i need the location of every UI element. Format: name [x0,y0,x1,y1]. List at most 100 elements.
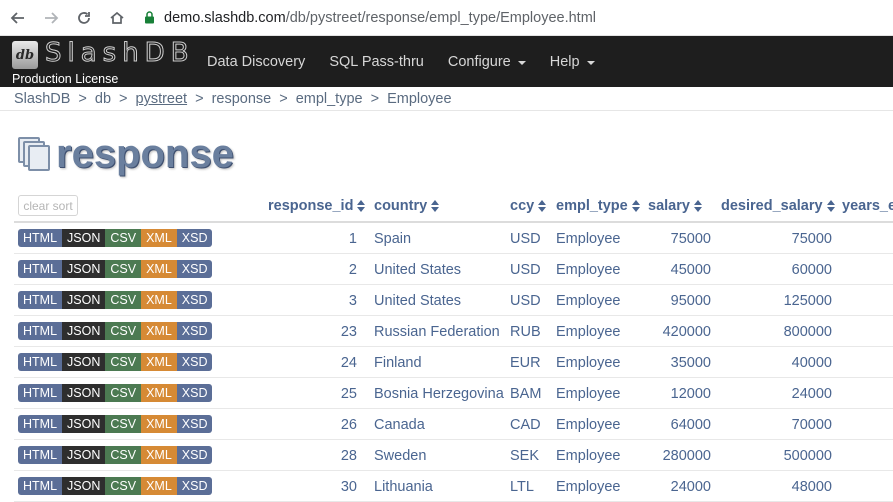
breadcrumb-pystreet[interactable]: pystreet [136,91,188,107]
breadcrumb-slashdb[interactable]: SlashDB [14,91,70,107]
html-format-button[interactable]: HTML [18,415,63,433]
html-format-button[interactable]: HTML [18,260,63,278]
xml-format-button[interactable]: XML [141,384,177,402]
csv-format-button[interactable]: CSV [105,353,142,371]
xsd-format-button[interactable]: XSD [176,353,213,371]
clear-sort-button[interactable]: clear sort [18,195,78,216]
json-format-button[interactable]: JSON [62,229,106,247]
breadcrumb-db[interactable]: db [95,91,111,107]
cell-salary: 75000 [670,231,711,247]
format-button-group: HTML JSON CSV XML XSD [18,353,213,371]
json-format-button[interactable]: JSON [62,291,106,309]
cell-empl-type: Employee [556,231,621,247]
html-format-button[interactable]: HTML [18,353,63,371]
cell-empl-type: Employee [556,386,621,402]
csv-format-button[interactable]: CSV [105,446,142,464]
table-row: HTML JSON CSV XML XSD 25 Bosnia Herzegovina BAM… [14,378,893,409]
home-icon[interactable] [102,3,132,33]
breadcrumb-separator: > [119,91,128,107]
lock-icon [142,11,156,25]
reload-icon[interactable] [69,3,99,33]
column-header-response-id[interactable]: response_id [268,198,366,214]
xsd-format-button[interactable]: XSD [176,384,213,402]
column-header-desired-salary[interactable]: desired_salary [721,198,835,214]
nav-sql-pass-thru[interactable]: SQL Pass-thru [317,36,436,87]
cell-desired-salary: 48000 [791,479,832,495]
json-format-button[interactable]: JSON [62,260,106,278]
html-format-button[interactable]: HTML [18,291,63,309]
cell-country: Lithuania [374,479,433,495]
cell-ccy: USD [510,231,541,247]
breadcrumb-empl-type[interactable]: empl_type [296,91,363,107]
format-button-group: HTML JSON CSV XML XSD [18,384,213,402]
xml-format-button[interactable]: XML [141,353,177,371]
xsd-format-button[interactable]: XSD [176,477,213,495]
csv-format-button[interactable]: CSV [105,477,142,495]
html-format-button[interactable]: HTML [18,477,63,495]
cell-desired-salary: 125000 [783,293,832,309]
csv-format-button[interactable]: CSV [105,229,142,247]
csv-format-button[interactable]: CSV [105,322,142,340]
breadcrumb-response[interactable]: response [212,91,272,107]
csv-format-button[interactable]: CSV [105,415,142,433]
xml-format-button[interactable]: XML [141,446,177,464]
cell-country: Finland [374,355,422,371]
csv-format-button[interactable]: CSV [105,260,142,278]
page-title: response [56,131,234,176]
format-button-group: HTML JSON CSV XML XSD [18,260,213,278]
brand[interactable]: db SlashDB Production License [12,38,189,86]
html-format-button[interactable]: HTML [18,384,63,402]
json-format-button[interactable]: JSON [62,384,106,402]
sort-icon [826,200,835,212]
xsd-format-button[interactable]: XSD [176,291,213,309]
xsd-format-button[interactable]: XSD [176,415,213,433]
xml-format-button[interactable]: XML [141,260,177,278]
brand-logo-icon: db [12,41,38,69]
nav-item-label: Configure [447,53,511,70]
csv-format-button[interactable]: CSV [105,384,142,402]
xml-format-button[interactable]: XML [141,229,177,247]
xsd-format-button[interactable]: XSD [176,229,213,247]
html-format-button[interactable]: HTML [18,229,63,247]
json-format-button[interactable]: JSON [62,415,106,433]
brand-name: SlashDB [45,38,195,69]
xsd-format-button[interactable]: XSD [176,260,213,278]
column-header-ccy[interactable]: ccy [510,198,547,214]
cell-response-id: 25 [340,386,357,402]
sort-icon [538,200,547,212]
address-bar[interactable]: demo.slashdb.com/db/pystreet/response/em… [142,4,596,32]
html-format-button[interactable]: HTML [18,322,63,340]
url-path: /db/pystreet/response/empl_type/Employee… [285,9,597,26]
cell-salary: 12000 [670,386,711,402]
cell-desired-salary: 40000 [791,355,832,371]
json-format-button[interactable]: JSON [62,477,106,495]
format-button-group: HTML JSON CSV XML XSD [18,322,213,340]
nav-help[interactable]: Help [538,36,607,87]
nav-data-discovery[interactable]: Data Discovery [195,36,317,87]
breadcrumb-separator: > [78,91,87,107]
xml-format-button[interactable]: XML [141,415,177,433]
cell-salary: 35000 [670,355,711,371]
column-header-empl-type[interactable]: empl_type [556,198,640,214]
cell-country: Bosnia Herzegovina [374,386,504,402]
xml-format-button[interactable]: XML [141,291,177,309]
nav-item-label: SQL Pass-thru [329,53,424,70]
column-header-salary[interactable]: salary [648,198,702,214]
xsd-format-button[interactable]: XSD [176,322,213,340]
xml-format-button[interactable]: XML [141,477,177,495]
back-icon[interactable] [3,3,33,33]
cell-salary: 64000 [670,417,711,433]
column-header-label: response_id [268,198,354,214]
nav-configure[interactable]: Configure [436,36,538,87]
json-format-button[interactable]: JSON [62,322,106,340]
forward-icon[interactable] [36,3,66,33]
html-format-button[interactable]: HTML [18,446,63,464]
csv-format-button[interactable]: CSV [105,291,142,309]
column-header-country[interactable]: country [374,198,440,214]
xml-format-button[interactable]: XML [141,322,177,340]
json-format-button[interactable]: JSON [62,353,106,371]
column-header-years-e[interactable]: years_e [842,198,893,214]
json-format-button[interactable]: JSON [62,446,106,464]
xsd-format-button[interactable]: XSD [176,446,213,464]
nav-item-label: Data Discovery [207,53,306,70]
